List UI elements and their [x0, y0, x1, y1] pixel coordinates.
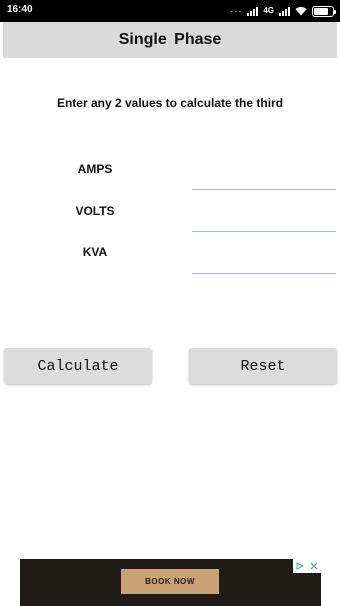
wifi-icon [295, 7, 307, 16]
signal-icon [247, 6, 259, 16]
kva-label: KVA [82, 245, 108, 259]
close-icon[interactable] [310, 562, 318, 570]
page-title: Single Phase [118, 31, 222, 48]
instruction-text: Enter any 2 values to calculate the thir… [56, 96, 284, 110]
more-notifications-icon: ··· [230, 6, 243, 16]
ad-book-now-button[interactable]: BOOK NOW [121, 569, 219, 594]
volts-label: VOLTS [75, 204, 115, 218]
kva-input[interactable] [192, 248, 336, 274]
signal-icon-2 [279, 6, 290, 16]
reset-button[interactable]: Reset [189, 348, 337, 384]
status-icons: ··· 4G [230, 3, 336, 19]
ad-choices[interactable] [293, 559, 321, 573]
battery-level [314, 7, 329, 15]
amps-input[interactable] [192, 164, 336, 190]
status-time: 16:40 [7, 4, 33, 15]
title-bar: Single Phase [3, 22, 337, 58]
amps-label: AMPS [77, 162, 113, 176]
volts-input[interactable] [192, 206, 336, 232]
adchoices-icon[interactable] [296, 562, 304, 570]
battery-icon [312, 5, 336, 17]
ad-banner[interactable]: BOOK NOW [20, 559, 321, 606]
calculate-button[interactable]: Calculate [4, 348, 152, 384]
network-type: 4G [263, 6, 274, 15]
status-bar: 16:40 ··· 4G [0, 0, 340, 22]
